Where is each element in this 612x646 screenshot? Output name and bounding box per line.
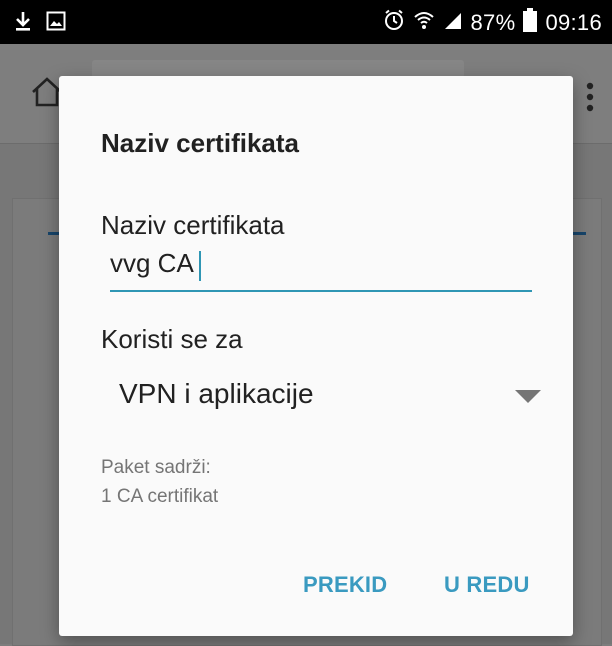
- usage-label: Koristi se za: [101, 324, 243, 354]
- alarm-icon: [383, 9, 405, 37]
- certificate-name-dialog: Naziv certifikata Naziv certifikata Kori…: [59, 76, 573, 636]
- package-contents-label: Paket sadrži:: [101, 457, 211, 478]
- wifi-icon: [413, 9, 435, 37]
- image-icon: [46, 11, 66, 36]
- usage-selected-value: VPN i aplikacije: [119, 378, 314, 409]
- status-bar: 87% 09:16: [0, 0, 612, 44]
- more-vert-icon: [586, 82, 594, 117]
- ok-button[interactable]: U REDU: [444, 572, 530, 598]
- dialog-title: Naziv certifikata: [101, 128, 299, 158]
- status-right-icons: 87% 09:16: [383, 8, 603, 38]
- status-left-icons: [14, 10, 66, 37]
- input-underline: [110, 290, 532, 292]
- text-cursor: [199, 251, 201, 281]
- clock: 09:16: [545, 10, 602, 35]
- dropdown-arrow-icon: [515, 390, 541, 409]
- signal-icon: [443, 10, 463, 36]
- usage-dropdown[interactable]: VPN i aplikacije: [105, 372, 541, 416]
- battery-icon: [523, 8, 538, 38]
- background-accent-line: [572, 232, 586, 235]
- package-contents-value: 1 CA certifikat: [101, 486, 219, 507]
- cancel-button[interactable]: PREKID: [303, 572, 387, 598]
- download-icon: [14, 10, 32, 37]
- certificate-name-label: Naziv certifikata: [101, 210, 285, 240]
- certificate-name-input[interactable]: [110, 248, 530, 278]
- battery-percent: 87%: [470, 10, 516, 35]
